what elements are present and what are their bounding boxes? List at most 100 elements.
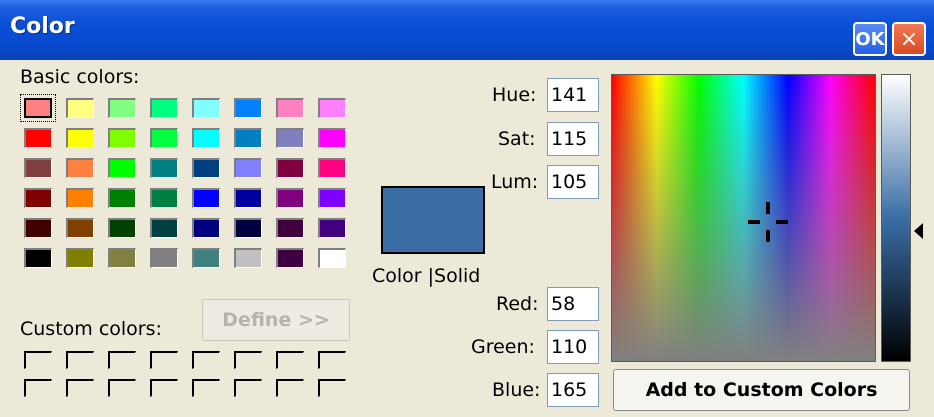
- basic-color-swatch[interactable]: [20, 94, 56, 122]
- custom-color-swatch[interactable]: [146, 376, 182, 400]
- custom-color-swatch[interactable]: [188, 376, 224, 400]
- basic-color-swatch[interactable]: [62, 154, 98, 182]
- basic-color-swatch[interactable]: [272, 154, 308, 182]
- swatch-fill: [108, 128, 136, 148]
- ok-button[interactable]: OK: [853, 22, 887, 56]
- basic-color-swatch[interactable]: [188, 214, 224, 242]
- color-spectrum[interactable]: [611, 74, 876, 362]
- custom-color-swatch[interactable]: [146, 348, 182, 372]
- basic-color-swatch[interactable]: [20, 214, 56, 242]
- color-preview: [381, 186, 485, 254]
- basic-color-swatch[interactable]: [146, 244, 182, 272]
- add-to-custom-colors-button[interactable]: Add to Custom Colors: [613, 369, 910, 411]
- swatch-fill: [192, 379, 220, 397]
- lum-input[interactable]: 105: [547, 165, 599, 199]
- custom-color-swatch[interactable]: [20, 348, 56, 372]
- basic-color-swatch[interactable]: [146, 124, 182, 152]
- basic-color-swatch[interactable]: [146, 184, 182, 212]
- define-custom-colors-button[interactable]: Define >>: [202, 299, 350, 341]
- basic-color-swatch[interactable]: [272, 214, 308, 242]
- sat-input[interactable]: 115: [547, 122, 599, 156]
- basic-color-swatch[interactable]: [230, 184, 266, 212]
- basic-color-swatch[interactable]: [62, 244, 98, 272]
- basic-color-swatch[interactable]: [230, 154, 266, 182]
- basic-color-swatch[interactable]: [188, 154, 224, 182]
- red-input[interactable]: 58: [547, 287, 599, 321]
- basic-color-swatch[interactable]: [20, 154, 56, 182]
- hue-input[interactable]: 141: [547, 78, 599, 112]
- basic-color-swatch[interactable]: [230, 94, 266, 122]
- swatch-fill: [318, 98, 346, 118]
- basic-color-swatch[interactable]: [20, 184, 56, 212]
- custom-color-swatch[interactable]: [272, 376, 308, 400]
- basic-color-swatch[interactable]: [314, 184, 350, 212]
- triangle-left-icon[interactable]: [914, 223, 923, 239]
- basic-color-swatch[interactable]: [104, 154, 140, 182]
- red-label: Red:: [496, 293, 539, 315]
- basic-color-swatch[interactable]: [272, 184, 308, 212]
- basic-color-swatch[interactable]: [104, 244, 140, 272]
- custom-color-swatch[interactable]: [62, 376, 98, 400]
- custom-color-swatch[interactable]: [314, 376, 350, 400]
- basic-color-swatch[interactable]: [314, 94, 350, 122]
- swatch-fill: [66, 218, 94, 238]
- swatch-fill: [108, 248, 136, 268]
- swatch-fill: [150, 188, 178, 208]
- basic-color-swatch[interactable]: [104, 214, 140, 242]
- swatch-fill: [108, 98, 136, 118]
- lum-label: Lum:: [491, 171, 539, 193]
- swatch-fill: [108, 379, 136, 397]
- swatch-fill: [276, 128, 304, 148]
- blue-input[interactable]: 165: [547, 373, 599, 407]
- custom-color-swatch[interactable]: [20, 376, 56, 400]
- basic-color-swatch[interactable]: [272, 124, 308, 152]
- swatch-fill: [24, 351, 52, 369]
- basic-color-swatch[interactable]: [272, 94, 308, 122]
- sat-label: Sat:: [498, 128, 536, 150]
- swatch-fill: [24, 128, 52, 148]
- custom-color-swatch[interactable]: [230, 348, 266, 372]
- basic-color-swatch[interactable]: [146, 94, 182, 122]
- basic-color-swatch[interactable]: [20, 124, 56, 152]
- basic-color-swatch[interactable]: [104, 124, 140, 152]
- basic-color-swatch[interactable]: [272, 244, 308, 272]
- custom-color-swatch[interactable]: [104, 376, 140, 400]
- basic-color-swatch[interactable]: [188, 184, 224, 212]
- custom-color-swatch[interactable]: [188, 348, 224, 372]
- basic-colors-label: Basic colors:: [20, 66, 139, 88]
- basic-color-swatch[interactable]: [104, 184, 140, 212]
- swatch-fill: [234, 98, 262, 118]
- basic-color-swatch[interactable]: [62, 184, 98, 212]
- basic-color-swatch[interactable]: [62, 214, 98, 242]
- swatch-fill: [234, 351, 262, 369]
- basic-color-swatch[interactable]: [146, 214, 182, 242]
- green-input[interactable]: 110: [547, 330, 599, 364]
- basic-color-swatch[interactable]: [104, 94, 140, 122]
- custom-color-swatch[interactable]: [230, 376, 266, 400]
- custom-color-swatch[interactable]: [314, 348, 350, 372]
- custom-color-swatch[interactable]: [272, 348, 308, 372]
- close-button[interactable]: ×: [892, 22, 926, 56]
- basic-color-swatch[interactable]: [314, 154, 350, 182]
- basic-color-swatch[interactable]: [314, 244, 350, 272]
- basic-color-swatch[interactable]: [230, 244, 266, 272]
- luminance-bar[interactable]: [881, 74, 911, 362]
- custom-colors-label: Custom colors:: [20, 318, 162, 340]
- basic-color-swatch[interactable]: [188, 124, 224, 152]
- basic-color-swatch[interactable]: [188, 94, 224, 122]
- custom-color-swatch[interactable]: [104, 348, 140, 372]
- swatch-fill: [24, 379, 52, 397]
- basic-color-swatch[interactable]: [230, 214, 266, 242]
- basic-color-swatch[interactable]: [20, 244, 56, 272]
- custom-color-swatch[interactable]: [62, 348, 98, 372]
- swatch-fill: [66, 248, 94, 268]
- basic-color-swatch[interactable]: [314, 214, 350, 242]
- basic-color-swatch[interactable]: [62, 94, 98, 122]
- basic-color-swatch[interactable]: [146, 154, 182, 182]
- swatch-fill: [276, 98, 304, 118]
- basic-color-swatch[interactable]: [314, 124, 350, 152]
- basic-color-swatch[interactable]: [62, 124, 98, 152]
- basic-color-swatch[interactable]: [230, 124, 266, 152]
- basic-color-swatch[interactable]: [188, 244, 224, 272]
- swatch-fill: [234, 128, 262, 148]
